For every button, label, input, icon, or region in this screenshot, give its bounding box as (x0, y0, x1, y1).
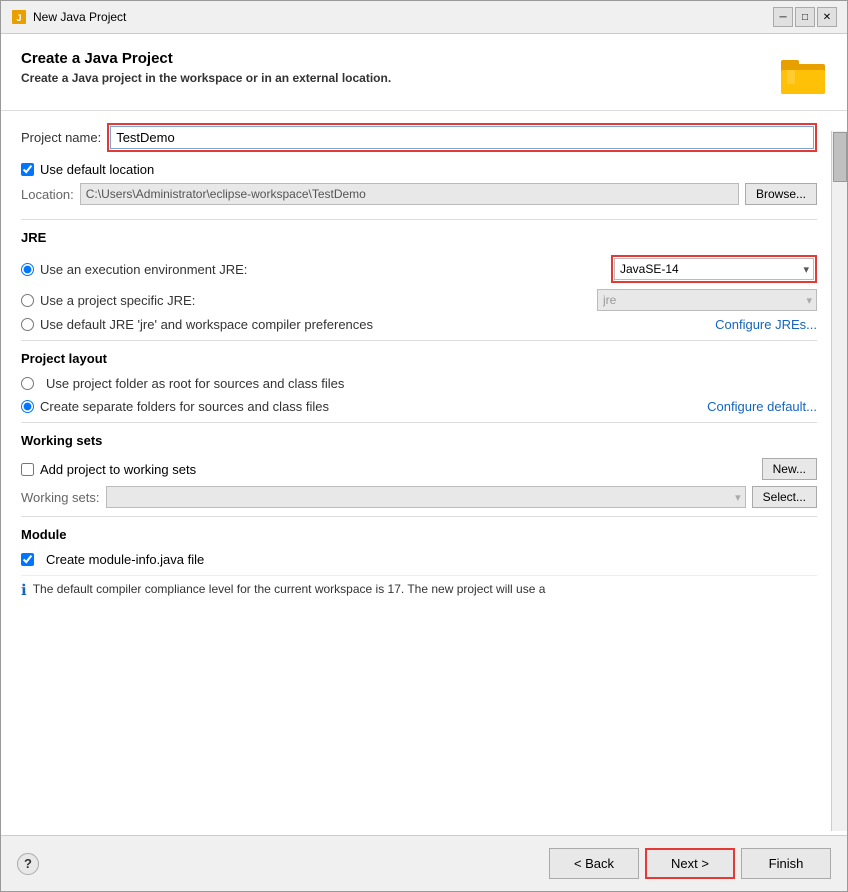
use-default-location-row: Use default location (21, 162, 817, 177)
jre-option3-label[interactable]: Use default JRE 'jre' and workspace comp… (40, 317, 373, 332)
jre-select-wrapper: JavaSE-14 JavaSE-11 JavaSE-8 (611, 255, 817, 283)
dialog-title: Create a Java Project (21, 50, 391, 67)
title-bar-left: J New Java Project (11, 9, 126, 25)
create-module-row: Create module-info.java file (21, 552, 817, 567)
use-default-location-checkbox[interactable] (21, 163, 34, 176)
jre-option2-row: Use a project specific JRE: (21, 289, 817, 311)
back-button[interactable]: < Back (549, 848, 639, 879)
create-module-checkbox[interactable] (21, 553, 34, 566)
window-title: New Java Project (33, 10, 126, 24)
working-sets-input (106, 486, 746, 508)
working-sets-row1: Add project to working sets New... (21, 458, 817, 480)
jre-option3-radio[interactable] (21, 318, 34, 331)
form-content: Project name: Use default location Locat… (1, 111, 847, 835)
browse-button[interactable]: Browse... (745, 183, 817, 205)
working-sets-title: Working sets (21, 433, 817, 448)
bottom-bar: ? < Back Next > Finish (1, 835, 847, 891)
jre-select-container: JavaSE-14 JavaSE-11 JavaSE-8 (614, 258, 814, 280)
layout-option2-row: Create separate folders for sources and … (21, 399, 817, 414)
info-icon: ℹ (21, 581, 27, 599)
use-default-location-label[interactable]: Use default location (40, 162, 154, 177)
jre-option3-row: Use default JRE 'jre' and workspace comp… (21, 317, 817, 332)
jre-option1-radio[interactable] (21, 263, 34, 276)
layout-option2-label[interactable]: Create separate folders for sources and … (40, 399, 329, 414)
scrollbar-track[interactable] (831, 131, 847, 831)
module-divider (21, 516, 817, 517)
project-name-row: Project name: (21, 123, 817, 152)
scrollbar-thumb[interactable] (833, 132, 847, 182)
main-window: J New Java Project ─ □ ✕ Create a Java P… (0, 0, 848, 892)
working-sets-select-wrapper (106, 486, 746, 508)
title-controls: ─ □ ✕ (773, 7, 837, 27)
jre-select[interactable]: JavaSE-14 JavaSE-11 JavaSE-8 (614, 258, 814, 280)
minimize-button[interactable]: ─ (773, 7, 793, 27)
jre-option1-label[interactable]: Use an execution environment JRE: (40, 262, 247, 277)
jre-disabled-select-wrapper (597, 289, 817, 311)
select-working-sets-button[interactable]: Select... (752, 486, 817, 508)
layout-section-title: Project layout (21, 351, 817, 366)
maximize-button[interactable]: □ (795, 7, 815, 27)
info-row: ℹ The default compiler compliance level … (21, 575, 817, 603)
jre-option1-left: Use an execution environment JRE: (21, 262, 247, 277)
working-sets-row2: Working sets: Select... (21, 486, 817, 508)
configure-jres-link[interactable]: Configure JREs... (715, 317, 817, 332)
layout-option2-radio[interactable] (21, 400, 34, 413)
working-sets-divider (21, 422, 817, 423)
jre-section-title: JRE (21, 230, 817, 245)
add-working-sets-label[interactable]: Add project to working sets (40, 462, 196, 477)
jre-option2-label[interactable]: Use a project specific JRE: (40, 293, 195, 308)
next-button[interactable]: Next > (645, 848, 735, 879)
module-section-title: Module (21, 527, 817, 542)
header-text: Create a Java Project Create a Java proj… (21, 50, 391, 85)
project-name-input[interactable] (110, 126, 814, 149)
location-input[interactable] (80, 183, 739, 205)
info-text: The default compiler compliance level fo… (33, 580, 546, 598)
location-label: Location: (21, 187, 74, 202)
layout-option1-radio[interactable] (21, 377, 34, 390)
svg-text:J: J (16, 13, 21, 23)
add-working-sets-left: Add project to working sets (21, 462, 196, 477)
jre-specific-input (597, 289, 817, 311)
folder-icon (779, 50, 827, 98)
dialog-header: Create a Java Project Create a Java proj… (1, 34, 847, 111)
help-button[interactable]: ? (17, 853, 39, 875)
jre-divider (21, 219, 817, 220)
title-bar: J New Java Project ─ □ ✕ (1, 1, 847, 34)
layout-option1-row: Use project folder as root for sources a… (21, 376, 817, 391)
close-button[interactable]: ✕ (817, 7, 837, 27)
project-name-label: Project name: (21, 130, 101, 145)
layout-divider (21, 340, 817, 341)
new-working-set-button[interactable]: New... (762, 458, 817, 480)
working-sets-label: Working sets: (21, 490, 100, 505)
jre-option3-left: Use default JRE 'jre' and workspace comp… (21, 317, 373, 332)
add-working-sets-checkbox[interactable] (21, 463, 34, 476)
layout-option2-left: Create separate folders for sources and … (21, 399, 329, 414)
java-project-icon: J (11, 9, 27, 25)
location-row: Location: Browse... (21, 183, 817, 205)
create-module-label[interactable]: Create module-info.java file (46, 552, 204, 567)
jre-option1-row: Use an execution environment JRE: JavaSE… (21, 255, 817, 283)
dialog-description: Create a Java project in the workspace o… (21, 71, 391, 85)
nav-buttons: < Back Next > Finish (549, 848, 831, 879)
configure-default-link[interactable]: Configure default... (707, 399, 817, 414)
project-name-input-wrapper (107, 123, 817, 152)
jre-option2-radio[interactable] (21, 294, 34, 307)
layout-option1-label[interactable]: Use project folder as root for sources a… (46, 376, 344, 391)
finish-button[interactable]: Finish (741, 848, 831, 879)
jre-option2-left: Use a project specific JRE: (21, 293, 195, 308)
